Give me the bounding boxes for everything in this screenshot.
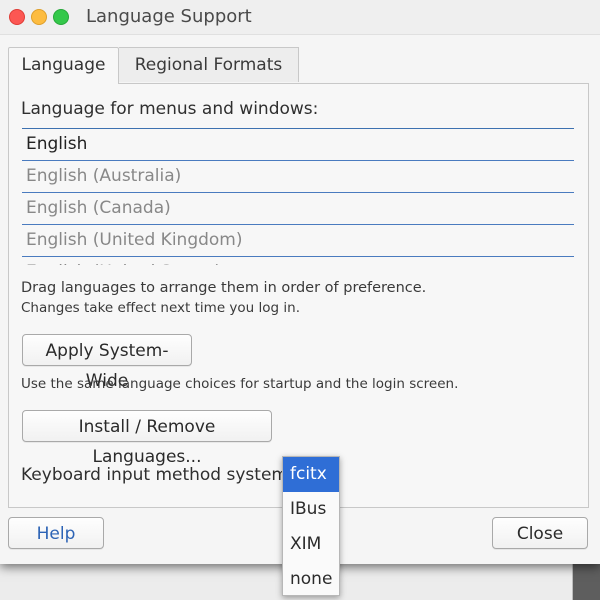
keyboard-input-label: Keyboard input method system: (21, 465, 294, 485)
list-item[interactable]: English (United Kingdom) (22, 225, 574, 257)
close-window-icon[interactable] (9, 9, 25, 25)
window-title: Language Support (86, 6, 252, 27)
effect-hint: Changes take effect next time you log in… (21, 300, 300, 316)
tab-regional-formats[interactable]: Regional Formats (119, 47, 299, 82)
language-list[interactable]: English English (Australia) English (Can… (22, 128, 574, 265)
list-item[interactable]: English (22, 129, 574, 161)
input-method-dropdown[interactable]: fcitx IBus XIM none (282, 456, 340, 596)
minimize-window-icon[interactable] (31, 9, 47, 25)
apply-system-wide-button[interactable]: Apply System-Wide (22, 334, 192, 391)
option-fcitx[interactable]: fcitx (283, 457, 339, 492)
language-list-label: Language for menus and windows: (21, 99, 319, 119)
option-ibus[interactable]: IBus (283, 492, 339, 527)
option-xim[interactable]: XIM (283, 527, 339, 562)
install-remove-languages-button[interactable]: Install / Remove Languages... (22, 410, 272, 467)
help-button[interactable]: Help (8, 517, 104, 549)
close-button[interactable]: Close (492, 517, 588, 549)
title-bar[interactable]: Language Support (0, 0, 600, 35)
drag-hint: Drag languages to arrange them in order … (21, 280, 427, 296)
maximize-window-icon[interactable] (53, 9, 69, 25)
tab-language[interactable]: Language (8, 47, 119, 84)
option-none[interactable]: none (283, 562, 339, 597)
list-item[interactable]: English (Australia) (22, 161, 574, 193)
list-item[interactable]: English (Canada) (22, 193, 574, 225)
system-wide-hint: Use the same language choices for startu… (21, 376, 459, 392)
list-item[interactable]: English (United States) (22, 257, 574, 265)
